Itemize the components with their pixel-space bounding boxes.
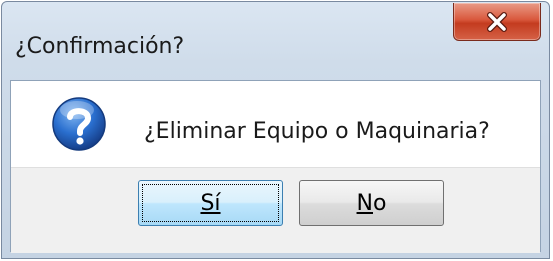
close-icon: [454, 3, 540, 40]
no-button-accel: N: [356, 190, 373, 216]
dialog-body: ¿Eliminar Equipo o Maquinaria? Sí No: [10, 80, 541, 253]
no-button-rest: o: [373, 190, 387, 216]
no-button-label: No: [357, 191, 387, 216]
question-icon: [51, 96, 107, 152]
message-text: ¿Eliminar Equipo o Maquinaria?: [144, 119, 490, 144]
focus-ring: [142, 184, 279, 222]
dialog-title: ¿Confirmación?: [15, 34, 185, 59]
yes-button[interactable]: Sí: [138, 180, 283, 226]
confirmation-dialog: ¿Confirmación? ¿Eliminar Equipo o Maquin…: [1, 1, 550, 259]
title-bar[interactable]: ¿Confirmación?: [2, 2, 549, 80]
button-area: Sí No: [11, 167, 540, 253]
no-button[interactable]: No: [299, 180, 444, 226]
close-button[interactable]: [453, 3, 541, 41]
message-area: ¿Eliminar Equipo o Maquinaria?: [11, 81, 540, 167]
